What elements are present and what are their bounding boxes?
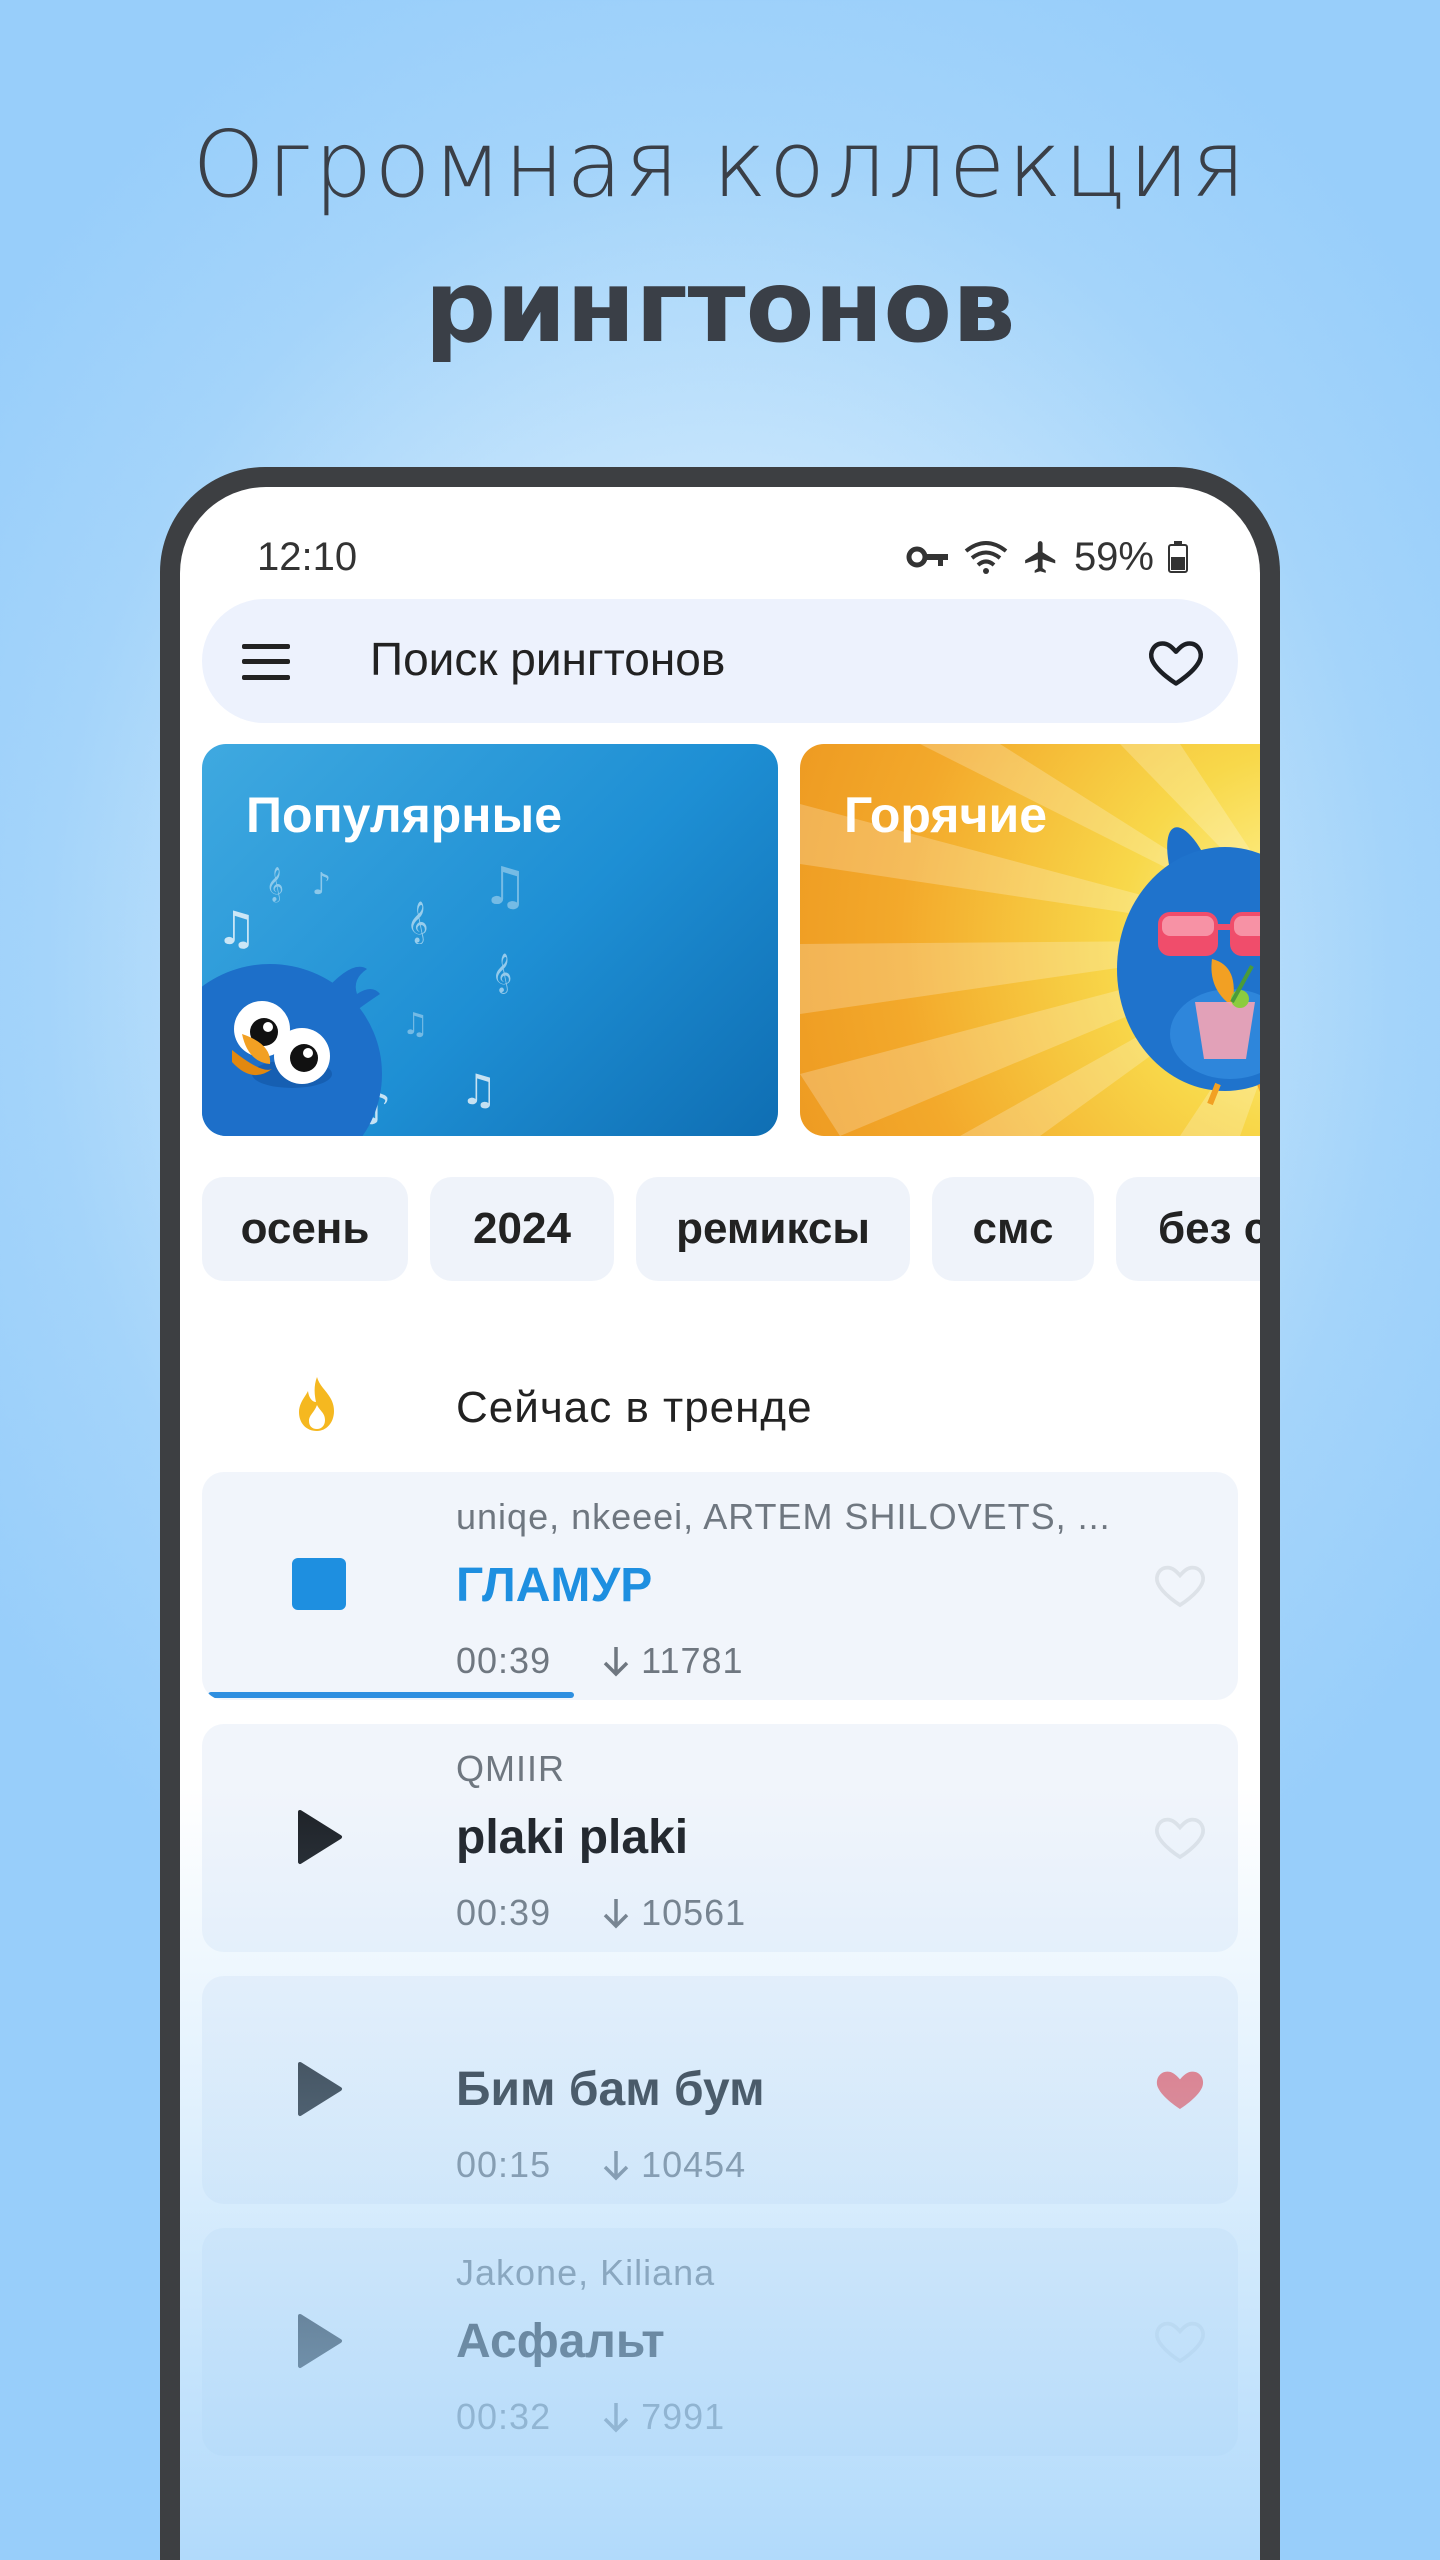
download-arrow-icon: [603, 1899, 629, 1929]
ringtone-duration: 00:32: [456, 2396, 552, 2437]
ringtone-downloads: 7991: [641, 2396, 726, 2437]
ringtone-meta: 00:39 11781: [456, 1640, 744, 1682]
search-bar[interactable]: Поиск рингтонов: [202, 599, 1238, 723]
chip-tag[interactable]: осень: [202, 1177, 408, 1281]
ringtone-row[interactable]: Бим бам бум 00:15 10454: [202, 1976, 1238, 2204]
ringtone-downloads: 10561: [641, 1892, 747, 1933]
vpn-key-icon: [906, 546, 948, 568]
svg-text:♪: ♪: [312, 867, 331, 902]
svg-text:♫: ♫: [482, 857, 529, 917]
svg-text:𝄞: 𝄞: [407, 901, 428, 944]
svg-text:♫: ♫: [460, 1065, 498, 1114]
favorite-heart-icon[interactable]: [1152, 1556, 1208, 1612]
ringtone-downloads: 11781: [641, 1640, 744, 1681]
ringtone-duration: 00:39: [456, 1892, 552, 1933]
status-time: 12:10: [257, 534, 358, 579]
trending-label: Сейчас в тренде: [456, 1383, 813, 1432]
ringtone-title: ГЛАМУР: [456, 1559, 653, 1612]
download-arrow-icon: [603, 2151, 629, 2181]
favorites-heart-icon[interactable]: [1146, 631, 1206, 691]
ringtone-artist: QMIIR: [456, 1748, 565, 1789]
favorite-heart-icon[interactable]: [1152, 1808, 1208, 1864]
svg-text:♫: ♫: [216, 901, 257, 955]
stop-icon[interactable]: [292, 1556, 348, 1612]
battery-percent: 59%: [1073, 534, 1154, 579]
chip-tag[interactable]: ремиксы: [636, 1177, 910, 1281]
ringtone-row[interactable]: QMIIR plaki plaki 00:39 10561: [202, 1724, 1238, 1952]
promo-headline: Огромная коллекция рингтонов: [0, 105, 1440, 377]
category-card-hot[interactable]: Горячие: [800, 744, 1260, 1136]
ringtone-artist: uniqe, nkeeei, ARTEM SHILOVETS, ...: [456, 1496, 1111, 1537]
trending-header: Сейчас в тренде: [202, 1369, 1238, 1449]
ringtone-title: Бим бам бум: [456, 2063, 765, 2116]
category-card-popular[interactable]: ♫ 𝄞 ♪ 𝄞 ♫ 𝄞 ♫ ♪ ♫ Популярные: [202, 744, 778, 1136]
headline-line-1: Огромная коллекция: [192, 111, 1248, 218]
ringtone-downloads: 10454: [641, 2144, 747, 2185]
favorite-heart-filled-icon[interactable]: [1152, 2060, 1208, 2116]
download-arrow-icon: [603, 1647, 629, 1677]
category-title-hot: Горячие: [844, 787, 1048, 843]
ringtone-meta: 00:32 7991: [456, 2396, 725, 2438]
download-arrow-icon: [603, 2403, 629, 2433]
chip-tag[interactable]: 2024: [430, 1177, 614, 1281]
ringtone-row[interactable]: Jakone, Kiliana Асфальт 00:32 7991: [202, 2228, 1238, 2456]
ringtone-row[interactable]: uniqe, nkeeei, ARTEM SHILOVETS, ... ГЛАМ…: [202, 1472, 1238, 1700]
svg-text:𝄞: 𝄞: [266, 867, 284, 903]
play-icon[interactable]: [292, 1808, 348, 1866]
battery-icon: [1168, 541, 1188, 573]
search-placeholder[interactable]: Поиск рингтонов: [370, 632, 725, 686]
status-bar: 12:10 59%: [257, 527, 1188, 587]
play-icon[interactable]: [292, 2312, 348, 2370]
category-title-popular: Популярные: [246, 787, 563, 843]
ringtone-duration: 00:15: [456, 2144, 552, 2185]
chip-tag[interactable]: смс: [932, 1177, 1094, 1281]
headline-line-2: рингтонов: [424, 248, 1016, 365]
ringtone-meta: 00:15 10454: [456, 2144, 746, 2186]
chip-tag[interactable]: без сл: [1116, 1177, 1260, 1281]
menu-icon[interactable]: [242, 644, 290, 680]
phone-screen: 12:10 59% Поиск рингтонов ♫ 𝄞 ♪ 𝄞 ♫ 𝄞 ♫: [180, 487, 1260, 2560]
play-icon[interactable]: [292, 2060, 348, 2118]
svg-text:𝄞: 𝄞: [492, 953, 512, 994]
ringtone-meta: 00:39 10561: [456, 1892, 746, 1934]
ringtone-title: Асфальт: [456, 2315, 665, 2368]
svg-text:♫: ♫: [402, 1007, 429, 1042]
ringtone-artist: Jakone, Kiliana: [456, 2252, 716, 2293]
wifi-icon: [964, 541, 1008, 574]
favorite-heart-icon[interactable]: [1152, 2312, 1208, 2368]
ringtone-duration: 00:39: [456, 1640, 552, 1681]
ringtone-title: plaki plaki: [456, 1811, 689, 1864]
fire-icon: [299, 1377, 334, 1431]
airplane-mode-icon: [1025, 541, 1056, 573]
playback-progress-bar[interactable]: [208, 1692, 574, 1698]
